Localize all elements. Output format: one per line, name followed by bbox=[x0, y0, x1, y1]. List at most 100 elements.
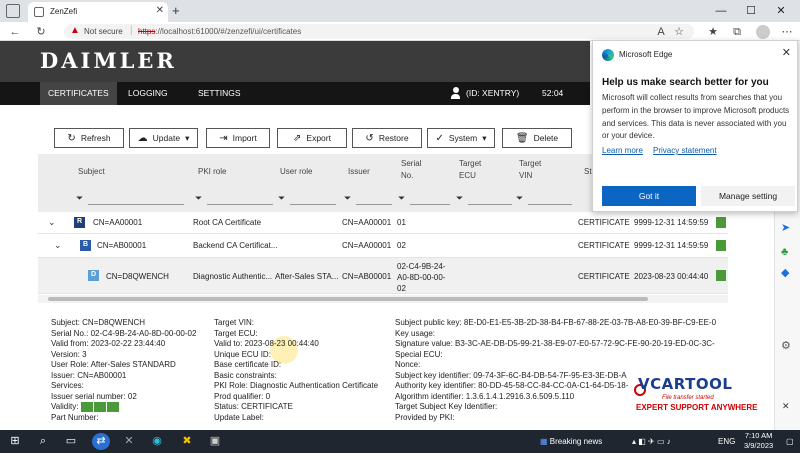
url-field[interactable]: ▲ Not secure | https://localhost:61000/#… bbox=[64, 24, 694, 39]
popup-close-icon[interactable]: ✕ bbox=[782, 46, 791, 59]
dropdown-arrow-icon: ▾ bbox=[482, 132, 487, 143]
manage-setting-button[interactable]: Manage setting bbox=[701, 186, 795, 206]
col-serial[interactable]: Serial No. bbox=[401, 158, 421, 182]
browser-tab[interactable]: ZenZefi ✕ bbox=[28, 2, 168, 22]
restore-button[interactable]: ↺ Restore bbox=[352, 128, 422, 148]
cloud-download-icon: ☁ bbox=[137, 132, 148, 144]
page-favicon-icon bbox=[34, 7, 44, 17]
filter-icon[interactable]: ⏷ bbox=[195, 193, 202, 204]
tab-actions-icon[interactable] bbox=[6, 4, 20, 18]
popup-heading: Help us make search better for you bbox=[602, 77, 769, 88]
brand-logo: DAIMLER bbox=[40, 48, 177, 73]
chevron-down-icon[interactable]: ⌄ bbox=[48, 217, 56, 228]
cell-serial: 02 bbox=[397, 241, 406, 250]
more-options-icon[interactable]: ⋯ bbox=[780, 25, 794, 39]
window-close-icon[interactable]: ✕ bbox=[766, 0, 796, 22]
sidebar-shortcut-icon[interactable]: ♣ bbox=[781, 246, 788, 258]
filter-icon[interactable]: ⏷ bbox=[516, 193, 523, 204]
maximize-icon[interactable]: ☐ bbox=[736, 0, 766, 22]
address-bar: ← ↻ ▲ Not secure | https://localhost:610… bbox=[0, 22, 800, 41]
got-it-button[interactable]: Got it bbox=[602, 186, 696, 206]
diagnostic-cert-icon: D bbox=[88, 270, 99, 281]
cell-valid-to: 9999-12-31 14:59:59 bbox=[634, 218, 709, 227]
cell-subject: CN=AB00001 bbox=[97, 241, 147, 250]
col-target-vin[interactable]: Target VIN bbox=[519, 158, 541, 182]
validity-indicator bbox=[716, 270, 726, 281]
cell-serial: 01 bbox=[397, 218, 406, 227]
minimize-icon[interactable]: — bbox=[706, 0, 736, 22]
col-subject[interactable]: Subject bbox=[78, 166, 105, 178]
export-icon: ⇗ bbox=[293, 132, 302, 144]
cell-pki-role: Backend CA Certificat... bbox=[193, 241, 278, 250]
nav-settings[interactable]: SETTINGS bbox=[190, 82, 249, 105]
validity-bars bbox=[80, 402, 120, 412]
edge-icon[interactable]: ◉ bbox=[148, 433, 166, 450]
collections-icon[interactable]: ⧉ bbox=[730, 25, 744, 39]
language-indicator[interactable]: ENG bbox=[718, 430, 735, 453]
terminal-icon[interactable]: ▣ bbox=[206, 433, 224, 450]
url-text: https://localhost:61000/#/zenzefi/ui/cer… bbox=[138, 27, 302, 36]
favorites-icon[interactable]: ★ bbox=[706, 25, 720, 39]
profile-avatar[interactable] bbox=[756, 25, 770, 39]
nav-logging[interactable]: LOGGING bbox=[120, 82, 176, 105]
start-icon[interactable]: ⊞ bbox=[6, 433, 24, 450]
cell-pki-role: Diagnostic Authentic... bbox=[193, 272, 273, 281]
export-button[interactable]: ⇗ Export bbox=[277, 128, 347, 148]
details-col-1: Subject: CN=D8QWENCH Serial No.: 02-C4-9… bbox=[51, 318, 197, 422]
watermark-logo: VCARTOOL File transfer started EXPERT SU… bbox=[634, 375, 790, 412]
system-button[interactable]: ✓ System ▾ bbox=[427, 128, 495, 148]
nav-certificates[interactable]: CERTIFICATES bbox=[40, 82, 117, 105]
reload-icon[interactable]: ↻ bbox=[34, 25, 48, 39]
backend-cert-icon: B bbox=[80, 240, 91, 251]
news-widget[interactable]: ▦ Breaking news bbox=[540, 430, 602, 453]
root-cert-icon: R bbox=[74, 217, 85, 228]
learn-more-link[interactable]: Learn more bbox=[602, 146, 643, 155]
col-target-ecu[interactable]: Target ECU bbox=[459, 158, 481, 182]
tool-icon[interactable]: ✖ bbox=[178, 433, 196, 450]
cell-subject: CN=AA00001 bbox=[93, 218, 143, 227]
filter-icon[interactable]: ⏷ bbox=[76, 193, 83, 204]
update-button[interactable]: ☁ Update ▾ bbox=[129, 128, 198, 148]
notifications-icon[interactable]: ▢ bbox=[786, 430, 794, 453]
tray-icons[interactable]: ▴ ◧ ✈ ▭ ♪ bbox=[632, 430, 671, 453]
edge-logo-icon bbox=[602, 49, 614, 61]
read-aloud-icon[interactable]: A bbox=[654, 25, 668, 39]
chevron-down-icon[interactable]: ⌄ bbox=[54, 240, 62, 251]
import-button[interactable]: ⇥ Import bbox=[206, 128, 270, 148]
user-icon bbox=[451, 87, 460, 99]
task-view-icon[interactable]: ▭ bbox=[62, 433, 80, 450]
cell-issuer: CN=AB00001 bbox=[342, 272, 392, 281]
search-icon[interactable]: ⌕ bbox=[34, 433, 52, 450]
refresh-button[interactable]: ↻ Refresh bbox=[54, 128, 124, 148]
tab-close-icon[interactable]: ✕ bbox=[156, 5, 164, 16]
tab-title: ZenZefi bbox=[50, 7, 78, 16]
details-col-2: Target VIN: Target ECU: Valid to: 2023-0… bbox=[214, 318, 379, 422]
clock[interactable]: 7:10 AM 3/9/2023 bbox=[744, 431, 773, 451]
filter-icon[interactable]: ⏷ bbox=[344, 193, 351, 204]
col-pki-role[interactable]: PKI role bbox=[198, 166, 226, 178]
sidebar-shortcut-icon[interactable]: ⚙ bbox=[781, 339, 791, 352]
trash-icon: 🗑 bbox=[515, 132, 529, 144]
dropdown-arrow-icon: ▾ bbox=[185, 132, 190, 143]
filter-icon[interactable]: ⏷ bbox=[278, 193, 285, 204]
back-icon[interactable]: ← bbox=[8, 25, 22, 39]
cell-issuer: CN=AA00001 bbox=[342, 218, 392, 227]
filter-icon[interactable]: ⏷ bbox=[398, 193, 405, 204]
filter-icon[interactable]: ⏷ bbox=[456, 193, 463, 204]
cell-serial: 02-C4-9B-24- A0-8D-00-00- 02 bbox=[397, 262, 446, 293]
new-tab-icon[interactable]: + bbox=[172, 3, 180, 18]
xentry-icon[interactable]: ✕ bbox=[120, 433, 138, 450]
edge-search-popup: Microsoft Edge ✕ Help us make search bet… bbox=[592, 40, 798, 212]
notification-close-icon[interactable]: ✕ bbox=[782, 401, 790, 412]
col-issuer[interactable]: Issuer bbox=[348, 166, 370, 178]
horizontal-scrollbar[interactable] bbox=[38, 295, 728, 303]
privacy-statement-link[interactable]: Privacy statement bbox=[653, 146, 717, 155]
teamviewer-icon[interactable]: ⇄ bbox=[92, 433, 110, 450]
cell-pki-role: Root CA Certificate bbox=[193, 218, 262, 227]
sidebar-shortcut-icon[interactable]: ➤ bbox=[781, 221, 790, 234]
sidebar-shortcut-icon[interactable]: ◆ bbox=[781, 266, 789, 279]
col-user-role[interactable]: User role bbox=[280, 166, 312, 178]
favorite-icon[interactable]: ☆ bbox=[672, 25, 686, 39]
col-status[interactable]: St bbox=[584, 166, 592, 178]
delete-button[interactable]: 🗑 Delete bbox=[502, 128, 572, 148]
